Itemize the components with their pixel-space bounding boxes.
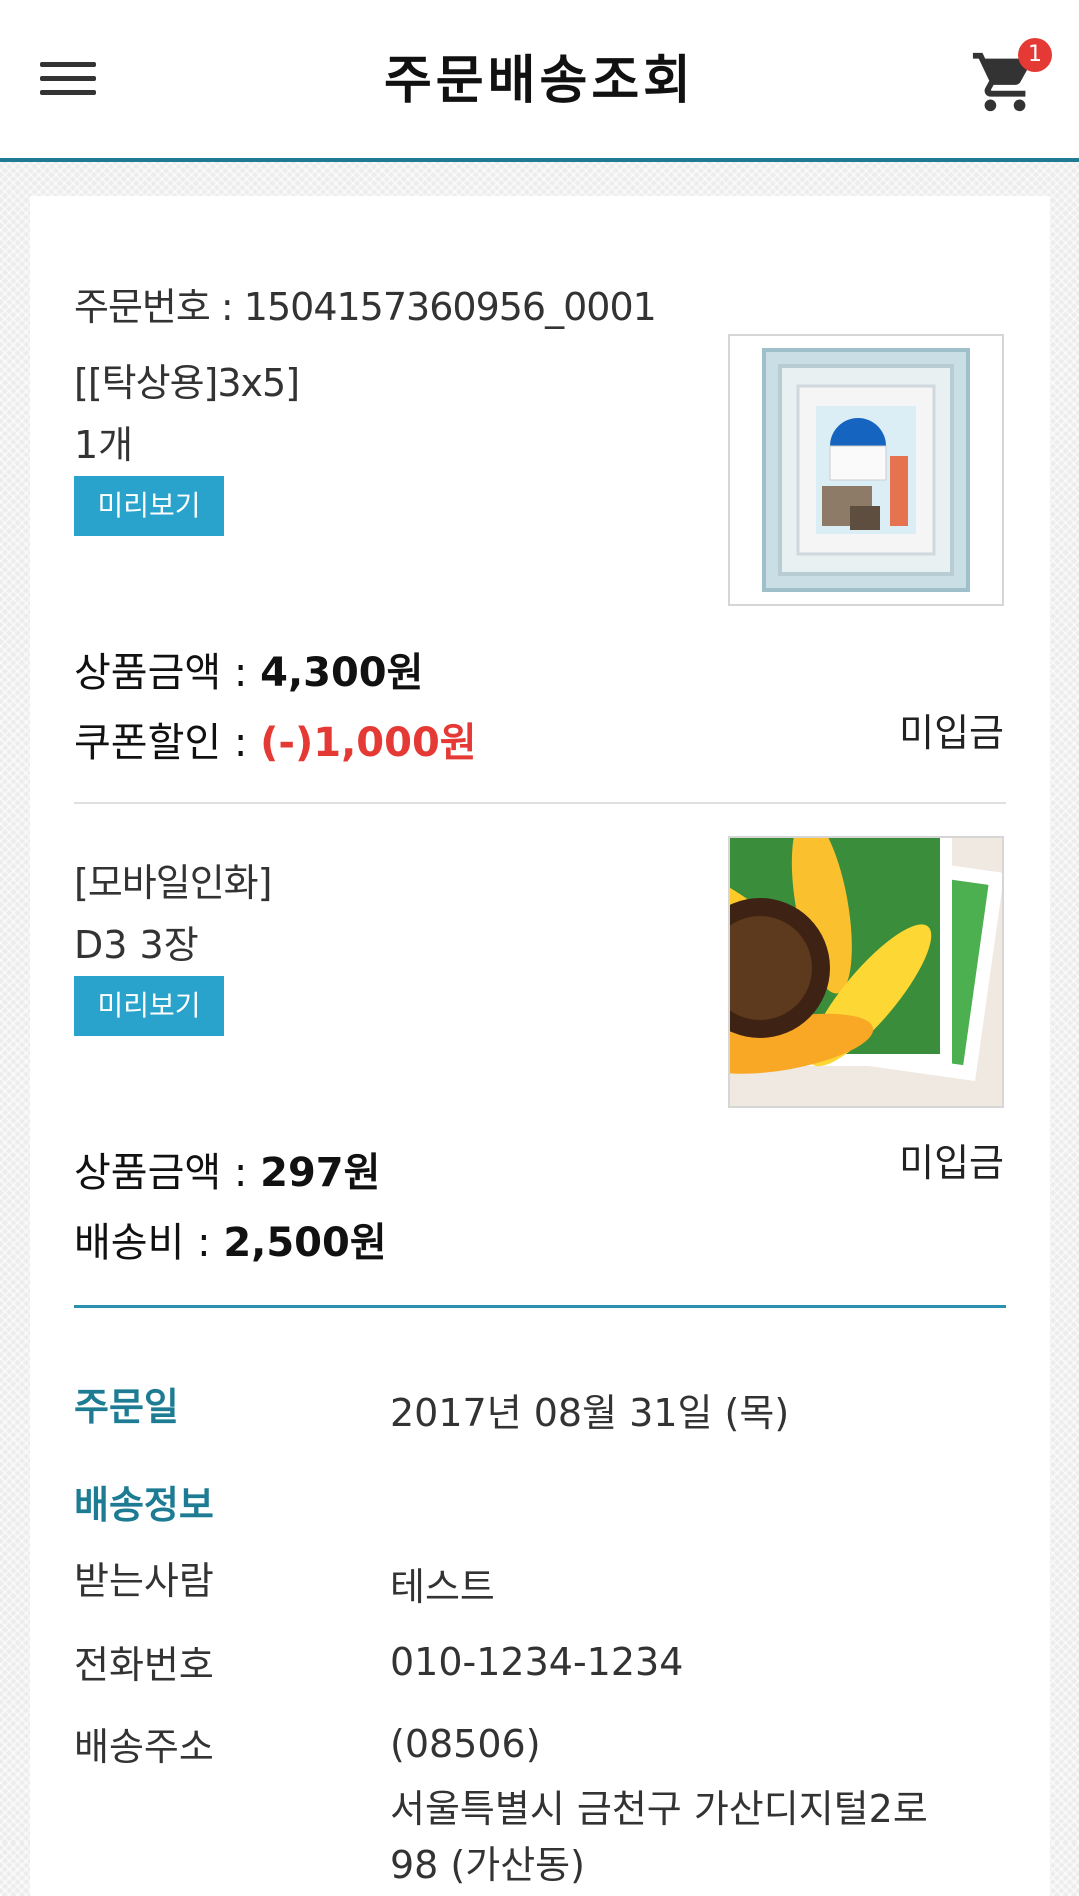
shipping-value: 2,500원	[223, 1220, 387, 1266]
order-date: 2017년 08월 31일 (목)	[390, 1391, 790, 1435]
discount-label: 쿠폰할인 :	[74, 720, 261, 766]
app-header: 주문배송조회 1	[0, 0, 1079, 162]
framed-photo-icon	[728, 334, 1004, 606]
cart-count-badge: 1	[1018, 38, 1052, 72]
postcode-value: (08506)	[390, 1722, 541, 1766]
item-name: [모바일인화]	[74, 861, 272, 905]
order-date-label: 주문일	[74, 1385, 179, 1429]
price-label: 상품금액 :	[74, 1150, 261, 1196]
item-price: 상품금액 : 4,300원	[74, 640, 423, 698]
order-detail-card: 주문번호 : 1504157360956_0001 [[탁상용]3x5] 1개 …	[30, 196, 1050, 1896]
phone-value: 010-1234-1234	[390, 1640, 684, 1684]
address-label: 배송주소	[74, 1725, 214, 1769]
payment-status: 미입금	[899, 1141, 1004, 1185]
price-label: 상품금액 :	[74, 650, 261, 696]
address-line-1: 서울특별시 금천구 가산디지털2로	[390, 1787, 928, 1831]
item-quantity: D3 3장	[74, 923, 199, 967]
recipient-label: 받는사람	[74, 1559, 214, 1603]
page-title: 주문배송조회	[383, 51, 696, 111]
recipient-value: 테스트	[390, 1565, 495, 1609]
coupon-discount: 쿠폰할인 : (-)1,000원	[74, 710, 477, 768]
divider	[74, 802, 1006, 804]
price-value: 297원	[260, 1150, 381, 1196]
preview-button[interactable]: 미리보기	[74, 476, 224, 536]
preview-button[interactable]: 미리보기	[74, 976, 224, 1036]
shipping-info-heading: 배송정보	[74, 1483, 214, 1527]
order-number: 주문번호 : 1504157360956_0001	[74, 285, 657, 329]
item-price: 상품금액 : 297원	[74, 1140, 380, 1198]
item-quantity: 1개	[74, 423, 134, 467]
item-name: [[탁상용]3x5]	[74, 361, 300, 405]
phone-label: 전화번호	[74, 1643, 214, 1687]
shipping-fee: 배송비 : 2,500원	[74, 1210, 387, 1268]
payment-status: 미입금	[899, 711, 1004, 755]
shipping-label: 배송비 :	[74, 1220, 224, 1266]
price-value: 4,300원	[260, 650, 424, 696]
discount-value: (-)1,000원	[260, 720, 477, 766]
address-line-2: 98 (가산동)	[390, 1843, 585, 1887]
section-divider	[74, 1305, 1006, 1308]
sunflower-photo-icon	[728, 836, 1004, 1108]
